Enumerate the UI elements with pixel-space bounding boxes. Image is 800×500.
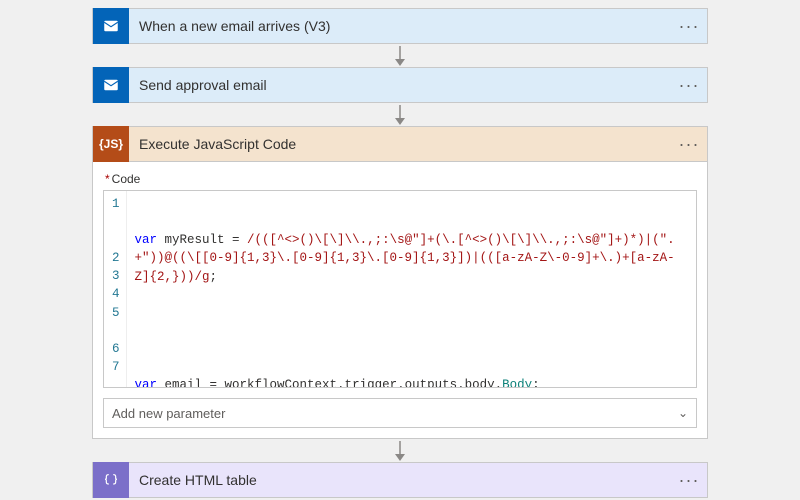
step-more-button[interactable]: ··· [671,470,707,491]
step-title: Create HTML table [129,472,671,488]
step-more-button[interactable]: ··· [671,16,707,37]
step-more-button[interactable]: ··· [671,134,707,155]
step-title: When a new email arrives (V3) [129,18,671,34]
outlook-icon [93,67,129,103]
code-braces-icon [93,462,129,498]
chevron-down-icon: ⌄ [678,406,688,420]
code-editor[interactable]: 1 2 3 4 5 6 7 var myResult = /(([^<>()\[… [103,190,697,388]
step-title: Send approval email [129,77,671,93]
code-gutter: 1 2 3 4 5 6 7 [104,191,127,387]
outlook-icon [93,8,129,44]
flow-arrow [92,44,708,67]
step-more-button[interactable]: ··· [671,75,707,96]
workflow-step-approval[interactable]: Send approval email ··· [92,67,708,103]
workflow-step-js[interactable]: {JS} Execute JavaScript Code ··· [92,126,708,162]
workflow-step-trigger[interactable]: When a new email arrives (V3) ··· [92,8,708,44]
workflow-step-table[interactable]: Create HTML table ··· [92,462,708,498]
flow-arrow [92,439,708,462]
code-field-label: *Code [105,172,697,186]
js-step-panel: *Code 1 2 3 4 5 6 7 var myResult = /(([^… [92,162,708,439]
add-parameter-dropdown[interactable]: Add new parameter ⌄ [103,398,697,428]
step-title: Execute JavaScript Code [129,136,671,152]
flow-arrow [92,103,708,126]
add-parameter-label: Add new parameter [112,406,225,421]
javascript-icon: {JS} [93,126,129,162]
code-content[interactable]: var myResult = /(([^<>()\[\]\\.,;:\s@"]+… [127,191,696,387]
